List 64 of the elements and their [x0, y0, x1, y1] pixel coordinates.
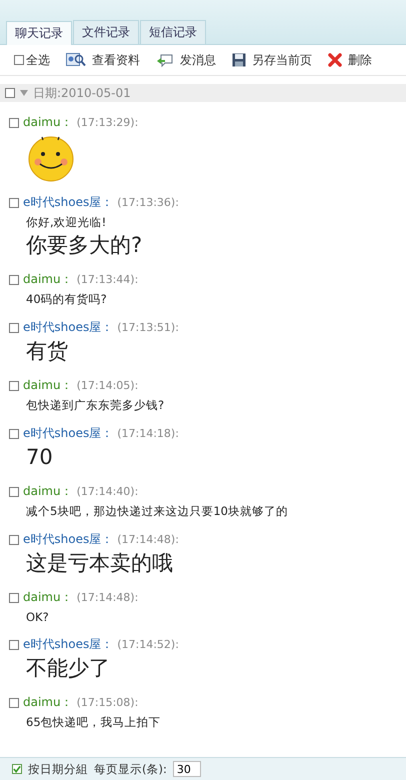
tab[interactable]: 短信记录: [140, 20, 206, 44]
message-text: 你好,欢迎光临!: [26, 215, 108, 230]
people-search-icon: [66, 53, 86, 67]
sender-name: e时代shoes屋：: [23, 319, 114, 336]
message-text: 65包快递吧，我马上拍下: [26, 715, 162, 730]
close-icon: [328, 53, 342, 67]
message-text: 有货: [26, 338, 69, 365]
expand-arrow-icon[interactable]: [20, 90, 28, 96]
sender-name: daimu：: [23, 377, 73, 394]
checkbox-label: 按日期分組: [28, 762, 88, 776]
sender-name: e时代shoes屋：: [23, 531, 114, 548]
page-size-field[interactable]: 30: [172, 761, 201, 777]
sender-name: daimu：: [23, 271, 73, 288]
page-size-label: 每页显示(条):: [94, 762, 167, 776]
message-time: (17:13:29):: [76, 116, 138, 129]
checkbox[interactable]: [9, 640, 19, 650]
message-time: (17:14:52):: [117, 638, 179, 651]
message-text: 这是亏本卖的哦: [26, 550, 174, 577]
sender-name: daimu：: [23, 483, 73, 500]
smiley-icon: [26, 134, 76, 182]
message-text: 40码的有货吗?: [26, 292, 108, 307]
checkbox[interactable]: [9, 698, 19, 708]
message-time: (17:14:18):: [117, 427, 179, 440]
checkbox[interactable]: [9, 486, 19, 496]
checkbox[interactable]: [9, 534, 19, 544]
sender-name: daimu：: [23, 694, 73, 711]
toolbar-button[interactable]: 发消息: [156, 52, 216, 68]
speech-bubble-icon: [156, 52, 174, 68]
message-text: 不能少了: [26, 655, 111, 682]
checkbox[interactable]: [9, 118, 19, 128]
message-time: (17:14:05):: [76, 379, 138, 392]
checkbox[interactable]: [14, 55, 24, 65]
date-label: 日期:2010-05-01: [33, 84, 131, 102]
checkbox[interactable]: [12, 764, 22, 774]
checkbox[interactable]: [9, 380, 19, 390]
message-time: (17:14:40):: [76, 485, 138, 498]
message-text: 你要多大的?: [26, 232, 144, 259]
message-time: (17:14:48):: [76, 591, 138, 604]
message-time: (17:15:08):: [76, 696, 138, 709]
checkbox-label: 全选: [26, 52, 50, 68]
sender-name: e时代shoes屋：: [23, 636, 114, 653]
message-text: 包快递到广东东莞多少钱?: [26, 398, 166, 413]
checkbox[interactable]: [9, 322, 19, 332]
checkbox[interactable]: [9, 592, 19, 602]
sender-name: daimu：: [23, 589, 73, 606]
sender-name: e时代shoes屋：: [23, 194, 114, 211]
message-text: 减个5块吧，那边快递过来这边只要10块就够了的: [26, 504, 289, 519]
toolbar-button[interactable]: 删除: [328, 52, 372, 68]
checkbox[interactable]: [9, 274, 19, 284]
checkbox[interactable]: [5, 88, 15, 98]
checkbox[interactable]: [9, 428, 19, 438]
tab[interactable]: 文件记录: [73, 20, 139, 44]
message-text: OK?: [26, 610, 50, 624]
message-time: (17:13:44):: [76, 273, 138, 286]
message-text: 70: [26, 444, 54, 471]
message-time: (17:13:36):: [117, 196, 179, 209]
checkbox[interactable]: [9, 198, 19, 208]
message-time: (17:14:48):: [117, 533, 179, 546]
toolbar-button[interactable]: 另存当前页: [232, 52, 312, 68]
tab[interactable]: 聊天记录: [6, 21, 72, 45]
toolbar-button[interactable]: 查看资料: [66, 52, 140, 68]
sender-name: e时代shoes屋：: [23, 425, 114, 442]
message-time: (17:13:51):: [117, 321, 179, 334]
sender-name: daimu：: [23, 114, 73, 131]
